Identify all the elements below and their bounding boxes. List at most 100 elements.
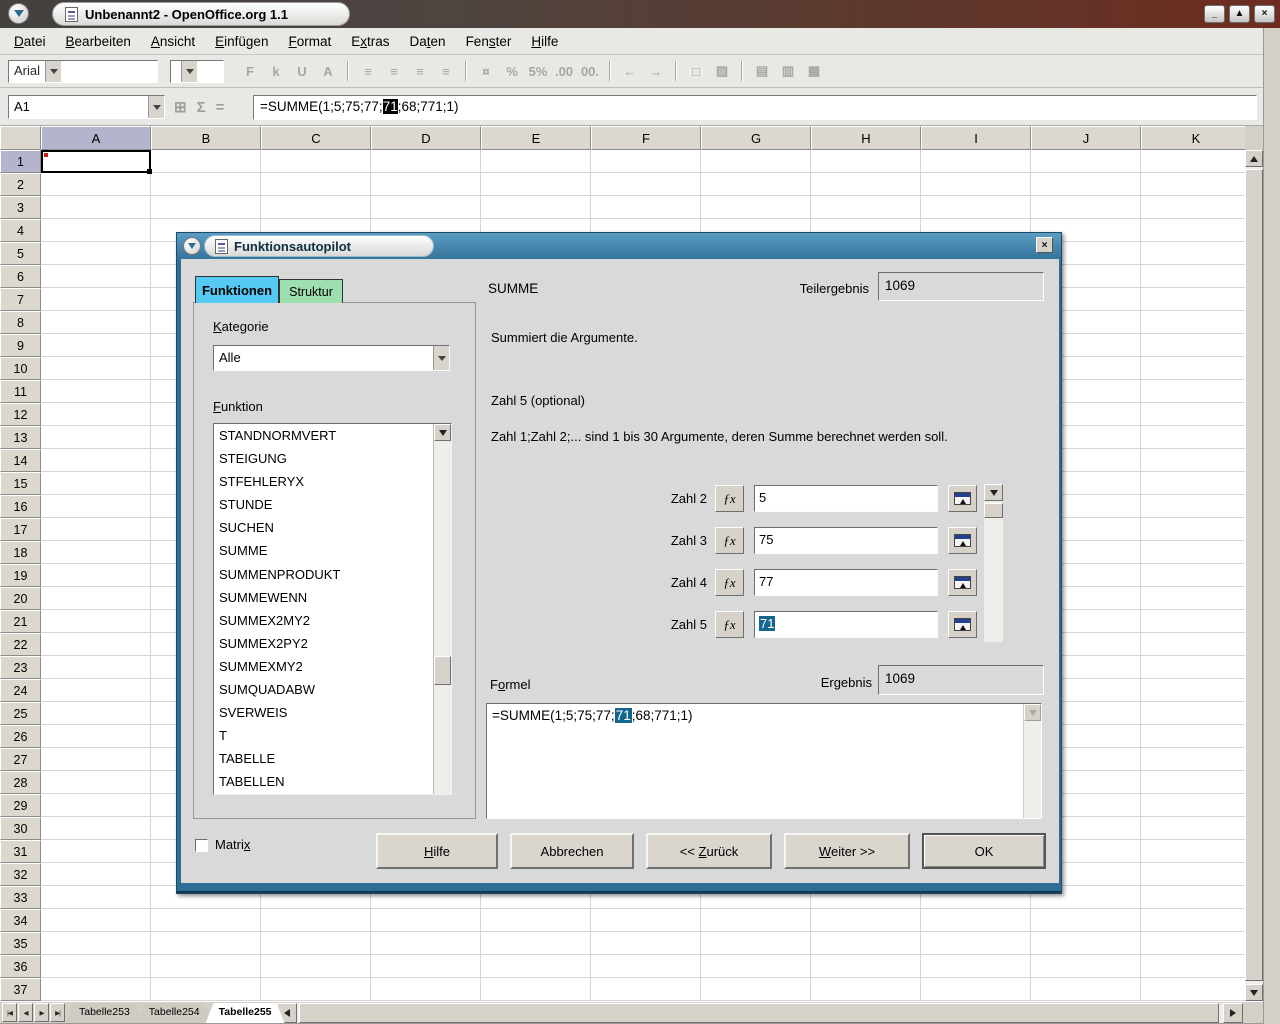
- cell-c37[interactable]: [261, 978, 371, 1001]
- cell-a3[interactable]: [41, 196, 151, 219]
- argument-input[interactable]: 77: [754, 569, 938, 596]
- cell-f2[interactable]: [591, 173, 701, 196]
- font-name-combo[interactable]: Arial: [8, 60, 158, 83]
- cell-a31[interactable]: [41, 840, 151, 863]
- menu-item-hilfe[interactable]: Hilfe: [521, 30, 568, 53]
- ok-button[interactable]: OK: [922, 833, 1046, 869]
- menu-item-ansicht[interactable]: Ansicht: [141, 30, 205, 53]
- cell-f34[interactable]: [591, 909, 701, 932]
- row-header-27[interactable]: 27: [0, 748, 41, 771]
- sheet-tab-tabelle253[interactable]: Tabelle253: [66, 1003, 143, 1023]
- cell-k18[interactable]: [1141, 541, 1245, 564]
- cell-a4[interactable]: [41, 219, 151, 242]
- cell-f37[interactable]: [591, 978, 701, 1001]
- cell-k29[interactable]: [1141, 794, 1245, 817]
- cell-b37[interactable]: [151, 978, 261, 1001]
- row-header-22[interactable]: 22: [0, 633, 41, 656]
- cell-d37[interactable]: [371, 978, 481, 1001]
- cell-k15[interactable]: [1141, 472, 1245, 495]
- cell-a13[interactable]: [41, 426, 151, 449]
- function-list-item-standnormvert[interactable]: STANDNORMVERT: [214, 424, 433, 447]
- function-list-item-tabellen[interactable]: TABELLEN: [214, 770, 433, 793]
- align-left-icon[interactable]: ≡: [356, 60, 380, 82]
- function-wizard-button[interactable]: ƒx: [715, 611, 744, 638]
- formula-wizard-icon[interactable]: ⊞: [174, 98, 187, 116]
- vertical-scrollbar[interactable]: [1245, 150, 1263, 1001]
- cell-g37[interactable]: [701, 978, 811, 1001]
- row-header-11[interactable]: 11: [0, 380, 41, 403]
- cell-e3[interactable]: [481, 196, 591, 219]
- cell-j3[interactable]: [1031, 196, 1141, 219]
- cell-a27[interactable]: [41, 748, 151, 771]
- function-list-item-t[interactable]: T: [214, 724, 433, 747]
- cell-c2[interactable]: [261, 173, 371, 196]
- function-list-item-steigung[interactable]: STEIGUNG: [214, 447, 433, 470]
- matrix-checkbox[interactable]: [195, 839, 208, 852]
- column-header-d[interactable]: D: [371, 126, 481, 150]
- decrease-indent-icon[interactable]: ←: [618, 60, 642, 82]
- cell-a17[interactable]: [41, 518, 151, 541]
- row-header-36[interactable]: 36: [0, 955, 41, 978]
- cell-g35[interactable]: [701, 932, 811, 955]
- cell-e1[interactable]: [481, 150, 591, 173]
- tab-funktionen[interactable]: Funktionen: [195, 276, 279, 303]
- align-justify-icon[interactable]: ≡: [434, 60, 458, 82]
- previous-sheet-icon[interactable]: ◀: [18, 1003, 33, 1022]
- cell-i36[interactable]: [921, 955, 1031, 978]
- align-bottom-icon[interactable]: ▦: [802, 60, 826, 82]
- cell-k9[interactable]: [1141, 334, 1245, 357]
- cell-a8[interactable]: [41, 311, 151, 334]
- column-header-b[interactable]: B: [151, 126, 261, 150]
- cell-b34[interactable]: [151, 909, 261, 932]
- column-header-f[interactable]: F: [591, 126, 701, 150]
- cell-k36[interactable]: [1141, 955, 1245, 978]
- cell-k23[interactable]: [1141, 656, 1245, 679]
- cell-e2[interactable]: [481, 173, 591, 196]
- formel-scroll-down-button[interactable]: [1024, 704, 1041, 721]
- row-header-17[interactable]: 17: [0, 518, 41, 541]
- cell-a18[interactable]: [41, 541, 151, 564]
- row-header-7[interactable]: 7: [0, 288, 41, 311]
- cell-a11[interactable]: [41, 380, 151, 403]
- menu-item-datei[interactable]: Datei: [4, 30, 56, 53]
- cell-a9[interactable]: [41, 334, 151, 357]
- function-list-item-tabelle[interactable]: TABELLE: [214, 747, 433, 770]
- cell-a15[interactable]: [41, 472, 151, 495]
- cell-d34[interactable]: [371, 909, 481, 932]
- row-header-31[interactable]: 31: [0, 840, 41, 863]
- function-list-item-summe[interactable]: SUMME: [214, 539, 433, 562]
- menu-item-bearbeiten[interactable]: Bearbeiten: [56, 30, 141, 53]
- cell-i1[interactable]: [921, 150, 1031, 173]
- row-header-28[interactable]: 28: [0, 771, 41, 794]
- function-list-item-summexmy2[interactable]: SUMMEXMY2: [214, 655, 433, 678]
- cell-f1[interactable]: [591, 150, 701, 173]
- function-list-scrollbar[interactable]: [433, 424, 451, 794]
- tab-struktur[interactable]: Struktur: [279, 279, 343, 303]
- column-header-i[interactable]: I: [921, 126, 1031, 150]
- cell-a23[interactable]: [41, 656, 151, 679]
- cell-k19[interactable]: [1141, 564, 1245, 587]
- row-header-14[interactable]: 14: [0, 449, 41, 472]
- shrink-button[interactable]: [948, 611, 977, 638]
- function-wizard-button[interactable]: ƒx: [715, 485, 744, 512]
- menu-item-fenster[interactable]: Fenster: [456, 30, 522, 53]
- cell-a37[interactable]: [41, 978, 151, 1001]
- cell-c1[interactable]: [261, 150, 371, 173]
- cell-j2[interactable]: [1031, 173, 1141, 196]
- cell-a6[interactable]: [41, 265, 151, 288]
- cell-d2[interactable]: [371, 173, 481, 196]
- weiter-button[interactable]: Weiter >>: [784, 833, 910, 869]
- row-header-13[interactable]: 13: [0, 426, 41, 449]
- cell-k10[interactable]: [1141, 357, 1245, 380]
- column-header-k[interactable]: K: [1141, 126, 1245, 150]
- cell-a2[interactable]: [41, 173, 151, 196]
- cell-k7[interactable]: [1141, 288, 1245, 311]
- sum-icon[interactable]: Σ: [197, 99, 206, 116]
- cell-h2[interactable]: [811, 173, 921, 196]
- row-header-15[interactable]: 15: [0, 472, 41, 495]
- font-size-dropdown-icon[interactable]: [181, 61, 197, 82]
- cell-k6[interactable]: [1141, 265, 1245, 288]
- argument-input[interactable]: 75: [754, 527, 938, 554]
- align-right-icon[interactable]: ≡: [408, 60, 432, 82]
- borders-icon[interactable]: □: [684, 60, 708, 82]
